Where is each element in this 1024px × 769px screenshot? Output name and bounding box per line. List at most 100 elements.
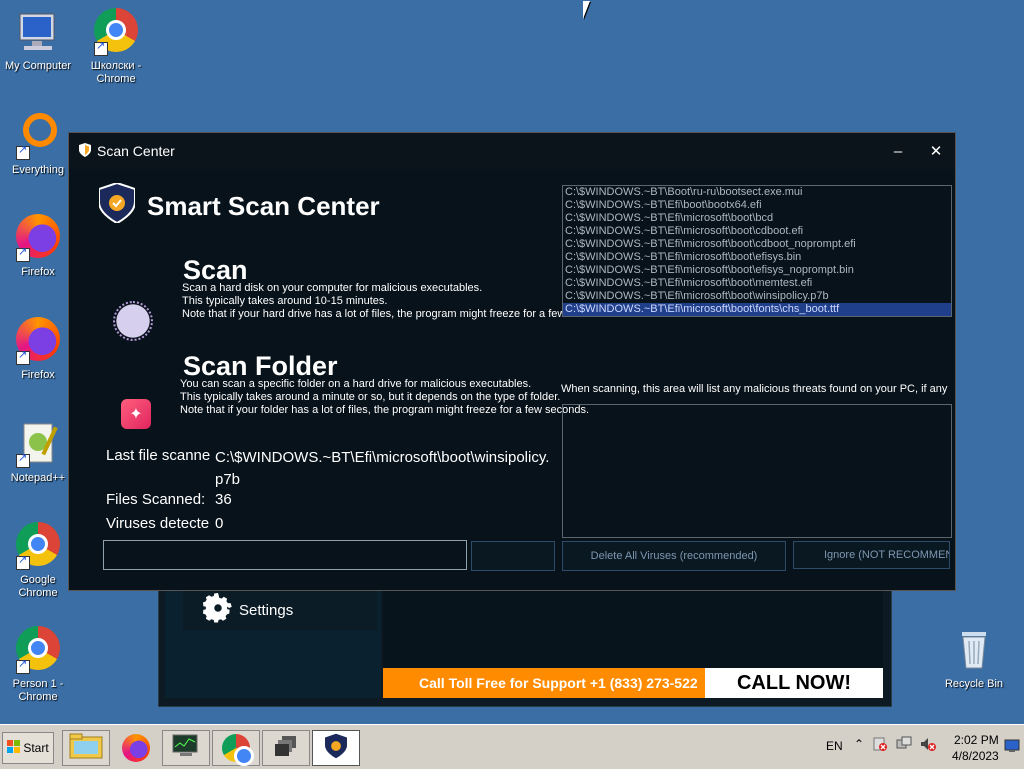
network-warning-icon[interactable] [872,736,888,755]
network-icon[interactable] [896,736,912,755]
firefox-icon [14,317,62,365]
shortcut-arrow-icon [16,554,30,570]
start-label: Start [23,741,49,755]
desktop-icon-my-computer[interactable]: My Computer [0,8,76,73]
brand-header: Smart Scan Center [98,181,380,230]
folder-path-input[interactable] [103,540,467,570]
minimize-button[interactable]: – [879,143,917,160]
title-bar[interactable]: Scan Center – ✕ [69,133,955,169]
taskbar: Start EN ⌃ 2:02 PM 4/8/2023 [0,724,1024,769]
files-scanned-value: 36 [215,491,232,508]
scan-go-button[interactable] [471,541,555,571]
firefox-icon [122,734,150,762]
desktop-icon-everything[interactable]: Everything [0,112,76,177]
window-title: Scan Center [97,143,175,159]
brand-title: Smart Scan Center [147,191,380,221]
windows-stack-icon [274,735,298,762]
last-file-value: C:\$WINDOWS.~BT\Efi\microsoft\boot\winsi… [215,449,550,488]
chrome-icon [92,8,140,56]
desktop-icon-person1-chrome[interactable]: Person 1 - Chrome [0,626,76,704]
desktop-icon-label: Person 1 - Chrome [12,678,64,703]
virus-scan-icon[interactable] [109,297,157,345]
log-line-selected[interactable]: C:\$WINDOWS.~BT\Efi\microsoft\boot\fonts… [563,303,951,316]
desktop-icon-firefox[interactable]: Firefox [0,214,76,279]
language-indicator[interactable]: EN [826,739,843,753]
support-phone-text: Call Toll Free for Support +1 (833) 273-… [419,675,698,691]
settings-button[interactable]: Settings [183,590,377,630]
call-now-button[interactable]: CALL NOW! [705,668,883,698]
shield-icon [325,733,347,764]
taskbar-firefox[interactable] [112,730,160,766]
app-shield-icon [79,142,91,160]
volume-muted-icon[interactable] [920,736,936,755]
desktop-icon-label: Firefox [21,369,55,381]
folder-icon [69,733,103,764]
threats-list[interactable] [562,404,952,538]
desktop-icon-recycle-bin[interactable]: Recycle Bin [936,626,1012,691]
taskbar-scan-center[interactable] [312,730,360,766]
desktop-icon-label: Recycle Bin [944,678,1004,690]
clock-time[interactable]: 2:02 PM [954,733,999,747]
desktop-icon-label: Everything [12,164,64,176]
shortcut-arrow-icon [16,144,30,160]
ignore-button[interactable]: Ignore (NOT RECOMMENDED) [793,541,950,569]
log-line[interactable]: C:\$WINDOWS.~BT\Efi\boot\bootx64.efi [563,199,951,212]
start-button[interactable]: Start [2,732,54,764]
recycle-bin-icon [950,626,998,674]
desktop-icon-label: Firefox [21,266,55,278]
log-line[interactable]: C:\$WINDOWS.~BT\Efi\microsoft\boot\efisy… [563,264,951,277]
chrome-icon [14,522,62,570]
gear-icon [203,593,233,627]
shortcut-arrow-icon [16,452,30,468]
last-file-label: Last file scanne [106,447,211,464]
everything-icon [14,112,62,160]
chrome-icon [222,734,254,766]
computer-icon [14,8,62,56]
background-app-window: Settings Call Toll Free for Support +1 (… [158,585,892,707]
delete-all-viruses-button[interactable]: Delete All Viruses (recommended) [562,541,786,571]
taskbar-explorer[interactable] [62,730,110,766]
scan-log-list[interactable]: C:\$WINDOWS.~BT\Boot\ru-ru\bootsect.exe.… [562,185,952,317]
tray-expand-icon[interactable]: ⌃ [854,737,864,751]
desktop-icon-label: Google Chrome [18,574,58,599]
scan-folder-description: You can scan a specific folder on a hard… [180,378,590,416]
show-desktop-icon[interactable] [1004,739,1020,756]
desktop-icon-label: Notepad++ [10,472,66,484]
scan-center-window: Scan Center – ✕ Smart Scan Center Scan S… [68,132,956,591]
log-line[interactable]: C:\$WINDOWS.~BT\Efi\microsoft\boot\memte… [563,277,951,290]
clock-date[interactable]: 4/8/2023 [952,749,999,763]
windows-logo-icon [7,739,21,757]
monitor-icon [171,733,201,764]
chrome-icon [14,626,62,674]
viruses-detected-value: 0 [215,515,224,532]
settings-label: Settings [239,601,294,619]
shortcut-arrow-icon [16,246,30,262]
shield-logo-icon [98,181,136,230]
window-content: Smart Scan Center Scan Scan a hard disk … [69,169,955,590]
desktop-icon-label: My Computer [4,60,72,72]
desktop-icon-school-chrome[interactable]: Школски - Chrome [78,8,154,86]
shortcut-arrow-icon [94,40,108,56]
taskbar-windows-switcher[interactable] [262,730,310,766]
log-line[interactable]: C:\$WINDOWS.~BT\Efi\microsoft\boot\bcd [563,212,951,225]
log-line[interactable]: C:\$WINDOWS.~BT\Efi\microsoft\boot\winsi… [563,290,951,303]
shortcut-arrow-icon [16,349,30,365]
desktop-icon-google-chrome[interactable]: Google Chrome [0,522,76,600]
log-line[interactable]: C:\$WINDOWS.~BT\Efi\microsoft\boot\efisy… [563,251,951,264]
taskbar-chrome[interactable] [212,730,260,766]
shortcut-arrow-icon [16,658,30,674]
close-button[interactable]: ✕ [917,142,955,160]
desktop-icon-notepadpp[interactable]: Notepad++ [0,420,76,485]
threats-info-text: When scanning, this area will list any m… [561,383,951,395]
desktop-icon-firefox-2[interactable]: Firefox [0,317,76,382]
taskbar-task-manager[interactable] [162,730,210,766]
support-banner[interactable]: Call Toll Free for Support +1 (833) 273-… [383,668,883,698]
fingerprint-icon[interactable]: ✦ [121,399,151,429]
log-line[interactable]: C:\$WINDOWS.~BT\Efi\microsoft\boot\cdboo… [563,238,951,251]
notepadpp-icon [14,420,62,468]
desktop-icon-label: Школски - Chrome [90,60,142,85]
log-line[interactable]: C:\$WINDOWS.~BT\Boot\ru-ru\bootsect.exe.… [563,186,951,199]
log-line[interactable]: C:\$WINDOWS.~BT\Efi\microsoft\boot\cdboo… [563,225,951,238]
background-sidebar: Settings [165,586,381,698]
viruses-detected-label: Viruses detecte [106,515,210,532]
